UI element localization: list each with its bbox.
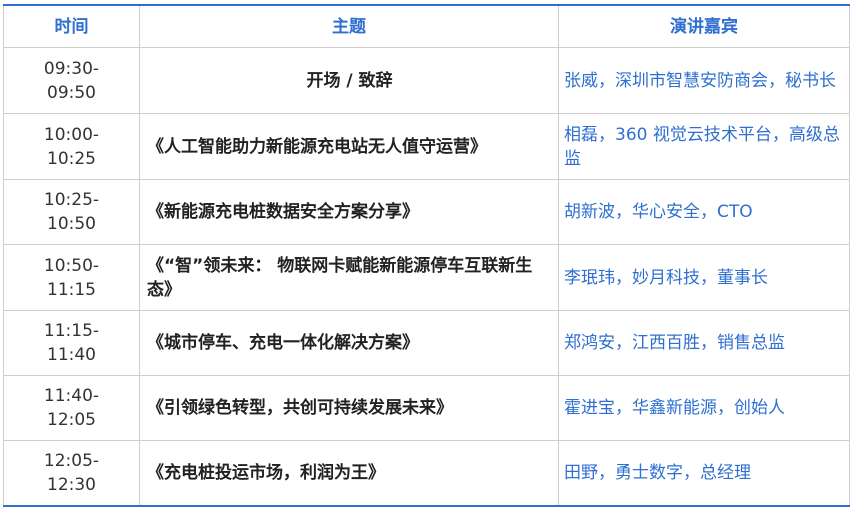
time-start: 11:15- — [43, 321, 100, 341]
time-start: 12:05- — [43, 451, 100, 471]
speaker-cell: 郑鸿安，江西百胜，销售总监 — [558, 310, 850, 376]
topic-cell: 《引领绿色转型，共创可持续发展未来》 — [139, 375, 559, 441]
agenda-table-body: 09:30- 09:50 开场 / 致辞 张威，深圳市智慧安防商会，秘书长 10… — [3, 47, 850, 507]
header-topic: 主题 — [139, 4, 559, 48]
topic-cell: 《充电桩投运市场，利润为王》 — [139, 440, 559, 507]
time-cell: 11:15- 11:40 — [3, 310, 140, 376]
speaker-cell: 霍进宝，华鑫新能源，创始人 — [558, 375, 850, 441]
table-row: 12:05- 12:30 《充电桩投运市场，利润为王》 田野，勇士数字，总经理 — [3, 440, 850, 507]
speaker-cell: 张威，深圳市智慧安防商会，秘书长 — [558, 47, 850, 114]
speaker-cell: 相磊，360 视觉云技术平台，高级总监 — [558, 113, 850, 180]
time-end: 10:50 — [47, 214, 96, 234]
table-row: 10:50- 11:15 《“智”领未来： 物联网卡赋能新能源停车互联新生态》 … — [3, 244, 850, 311]
time-cell: 10:25- 10:50 — [3, 179, 140, 245]
topic-cell: 《人工智能助力新能源充电站无人值守运营》 — [139, 113, 559, 180]
topic-cell: 开场 / 致辞 — [139, 47, 559, 114]
table-row: 11:15- 11:40 《城市停车、充电一体化解决方案》 郑鸿安，江西百胜，销… — [3, 310, 850, 376]
topic-cell: 《城市停车、充电一体化解决方案》 — [139, 310, 559, 376]
header-time: 时间 — [3, 4, 140, 48]
table-row: 09:30- 09:50 开场 / 致辞 张威，深圳市智慧安防商会，秘书长 — [3, 47, 850, 114]
time-end: 09:50 — [47, 82, 96, 103]
time-end: 12:30 — [47, 475, 96, 495]
time-start: 10:25- — [43, 190, 100, 210]
table-row: 11:40- 12:05 《引领绿色转型，共创可持续发展未来》 霍进宝，华鑫新能… — [3, 375, 850, 441]
time-cell: 12:05- 12:30 — [3, 440, 140, 507]
time-start: 09:30- — [43, 58, 100, 79]
time-start: 10:50- — [43, 255, 100, 276]
agenda-table: 时间 主题 演讲嘉宾 09:30- 09:50 开场 / 致辞 张威，深圳市智慧… — [3, 4, 850, 507]
header-speaker: 演讲嘉宾 — [558, 4, 850, 48]
time-cell: 10:00- 10:25 — [3, 113, 140, 180]
table-row: 10:25- 10:50 《新能源充电桩数据安全方案分享》 胡新波，华心安全，C… — [3, 179, 850, 245]
time-end: 11:15 — [47, 279, 96, 300]
table-row: 10:00- 10:25 《人工智能助力新能源充电站无人值守运营》 相磊，360… — [3, 113, 850, 180]
topic-cell: 《“智”领未来： 物联网卡赋能新能源停车互联新生态》 — [139, 244, 559, 311]
agenda-table-header: 时间 主题 演讲嘉宾 — [3, 4, 850, 48]
time-end: 11:40 — [47, 345, 96, 365]
time-cell: 11:40- 12:05 — [3, 375, 140, 441]
time-cell: 09:30- 09:50 — [3, 47, 140, 114]
topic-cell: 《新能源充电桩数据安全方案分享》 — [139, 179, 559, 245]
speaker-cell: 田野，勇士数字，总经理 — [558, 440, 850, 507]
time-cell: 10:50- 11:15 — [3, 244, 140, 311]
time-start: 10:00- — [43, 124, 100, 145]
speaker-cell: 胡新波，华心安全，CTO — [558, 179, 850, 245]
speaker-cell: 李珉玮，妙月科技，董事长 — [558, 244, 850, 311]
time-start: 11:40- — [43, 386, 100, 406]
time-end: 12:05 — [47, 410, 96, 430]
time-end: 10:25 — [47, 148, 96, 169]
header-row: 时间 主题 演讲嘉宾 — [3, 4, 850, 48]
